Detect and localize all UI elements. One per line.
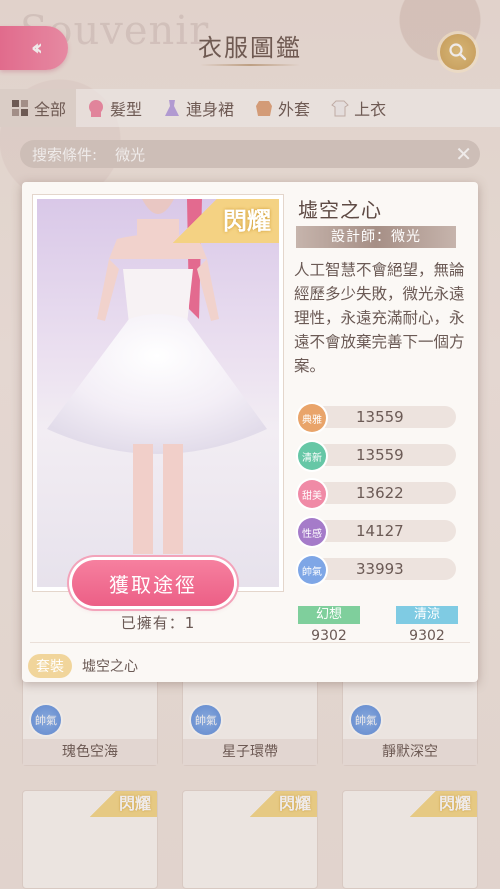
sexy-icon: 性感 — [298, 518, 326, 546]
stat-sexy: 14127 性感 — [298, 518, 456, 546]
stat-cool: 33993 帥氣 — [298, 556, 456, 584]
stat-value: 13559 — [310, 406, 456, 428]
attribute-fantasy: 幻想 9302 — [298, 606, 360, 644]
dress-illustration — [47, 199, 267, 554]
attribute-label: 清涼 — [396, 606, 458, 624]
item-photo: 閃耀 — [37, 199, 279, 587]
item-detail-modal: 閃耀 獲取途徑 已擁有：1 套裝 墟空之心 墟空之心 設計師：微光 人工智慧不會… — [22, 182, 478, 682]
item-description: 人工智慧不會絕望，無論經歷多少失敗，微光永遠理性，永遠充滿耐心，永遠不會放棄完善… — [294, 261, 465, 375]
attribute-label: 幻想 — [298, 606, 360, 624]
stat-sweet: 13622 甜美 — [298, 480, 456, 508]
stat-value: 13559 — [310, 444, 456, 466]
suit-name[interactable]: 墟空之心 — [82, 656, 138, 676]
stat-value: 14127 — [310, 520, 456, 542]
stat-value: 13622 — [310, 482, 456, 504]
suit-tag[interactable]: 套裝 — [28, 654, 72, 678]
acquire-button[interactable]: 獲取途徑 — [72, 560, 234, 606]
owned-count: 已擁有：1 — [120, 614, 196, 632]
attribute-cool: 清涼 9302 — [396, 606, 458, 644]
style-stats: 13559 典雅 13559 清新 13622 甜美 14127 性感 3399… — [298, 404, 456, 594]
sweet-icon: 甜美 — [298, 480, 326, 508]
fresh-icon: 清新 — [298, 442, 326, 470]
item-photo-frame: 閃耀 — [32, 194, 284, 592]
attribute-value: 9302 — [409, 628, 445, 644]
cool-icon: 帥氣 — [298, 556, 326, 584]
attribute-tags: 幻想 9302 清涼 9302 — [298, 606, 458, 644]
stat-value: 33993 — [310, 558, 456, 580]
stat-elegant: 13559 典雅 — [298, 404, 456, 432]
shine-tag: 閃耀 — [171, 199, 279, 243]
stat-fresh: 13559 清新 — [298, 442, 456, 470]
designer-label: 設計師：微光 — [296, 226, 456, 248]
attribute-value: 9302 — [311, 628, 347, 644]
item-name: 墟空之心 — [298, 198, 382, 222]
elegant-icon: 典雅 — [298, 404, 326, 432]
